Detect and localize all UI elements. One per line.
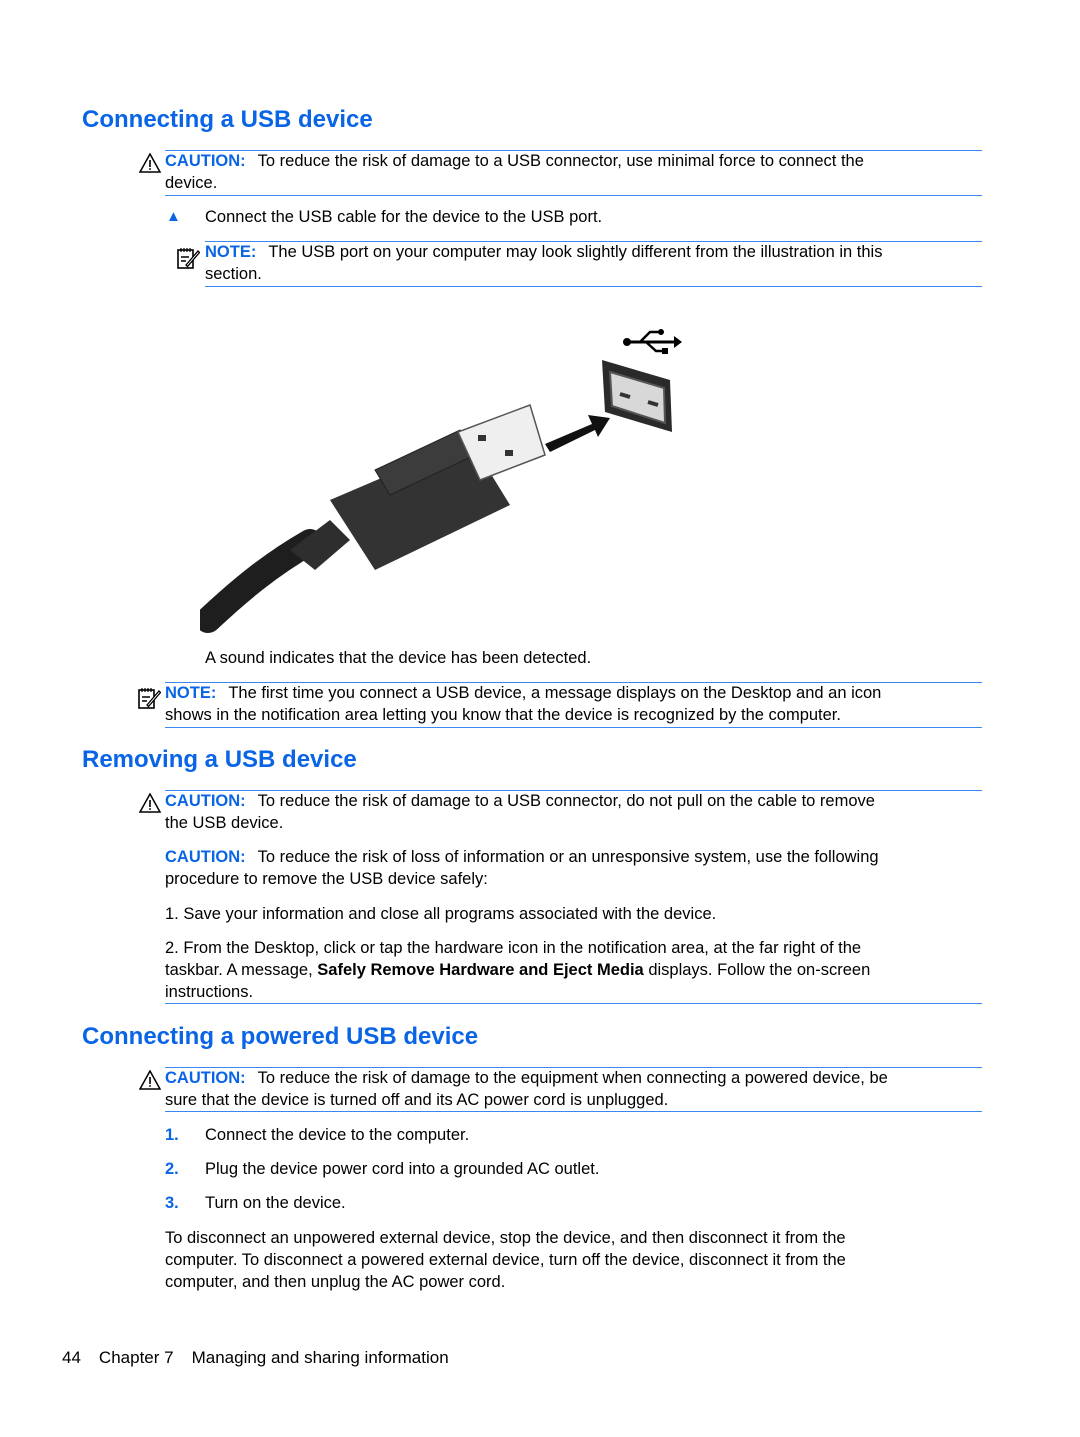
caution2-text: CAUTION: To reduce the risk of loss of in… [165, 848, 879, 866]
warning-icon [139, 793, 161, 813]
remove-step-1: 1. Save your information and close all p… [165, 905, 717, 923]
heading-removing-usb: Removing a USB device [82, 746, 357, 773]
caution-text-line2: the USB device. [165, 814, 284, 832]
note2-rule-bottom [165, 727, 982, 728]
caution-text: CAUTION: To reduce the risk of damage to … [165, 792, 875, 810]
caution-label: CAUTION: [165, 1069, 246, 1087]
note-text: NOTE: The USB port on your computer may l… [205, 243, 883, 261]
note2-text-line2: shows in the notification area letting y… [165, 706, 841, 724]
caution-label: CAUTION: [165, 848, 246, 866]
remove-step-2: 2. From the Desktop, click or tap the ha… [165, 939, 862, 957]
step-number: 3. [165, 1194, 179, 1212]
chapter-label: Chapter 7 [98, 1348, 174, 1367]
chapter-title: Managing and sharing information [191, 1348, 449, 1367]
usb-port-icon [602, 360, 672, 432]
caution2-text-line2: procedure to remove the USB device safel… [165, 870, 488, 888]
step-number: 1. [165, 1126, 179, 1144]
step-text: Plug the device power cord into a ground… [205, 1160, 600, 1178]
remove-step-2-line3: instructions. [165, 983, 254, 1001]
insert-arrow-icon [545, 415, 610, 452]
note-icon [138, 688, 161, 709]
note-icon [177, 248, 200, 269]
page-number: 44 [62, 1348, 81, 1367]
caution-text-line2: device. [165, 174, 218, 192]
caution-rule-bottom [165, 1003, 982, 1004]
page-footer: 44 Chapter 7 Managing and sharing informat… [62, 1348, 467, 1368]
caution-text-line2: sure that the device is turned off and i… [165, 1091, 669, 1109]
heading-connecting-powered-usb: Connecting a powered USB device [82, 1023, 479, 1050]
step-text: Connect the USB cable for the device to … [205, 208, 603, 226]
step-text: Turn on the device. [205, 1194, 346, 1212]
note-rule-bottom [205, 286, 982, 287]
caution-text: CAUTION: To reduce the risk of damage to … [165, 1069, 888, 1087]
heading-connecting-usb: Connecting a USB device [82, 106, 373, 133]
note2-text: NOTE: The first time you connect a USB de… [165, 684, 882, 702]
note-label: NOTE: [165, 684, 217, 702]
warning-icon [139, 153, 161, 173]
caution-text: CAUTION: To reduce the risk of damage to … [165, 152, 864, 170]
usb-illustration [200, 329, 682, 633]
caution-rule-bottom [165, 1111, 982, 1112]
caution-label: CAUTION: [165, 792, 246, 810]
warning-icon [139, 1070, 161, 1090]
usb-cable-icon [200, 404, 546, 633]
note-text-line2: section. [205, 265, 262, 283]
detected-text: A sound indicates that the device has be… [205, 649, 592, 667]
caution-label: CAUTION: [165, 152, 246, 170]
remove-step-2-line2: taskbar. A message, Safely Remove Hardwa… [165, 961, 871, 979]
step-text: Connect the device to the computer. [205, 1126, 470, 1144]
step-bullet-triangle-icon: ▲ [166, 208, 181, 225]
note-label: NOTE: [205, 243, 257, 261]
usb-symbol-icon [623, 329, 682, 354]
step-number: 2. [165, 1160, 179, 1178]
safely-remove-hardware-label: Safely Remove Hardware and Eject Media [317, 961, 644, 979]
caution-rule-bottom [165, 195, 982, 196]
